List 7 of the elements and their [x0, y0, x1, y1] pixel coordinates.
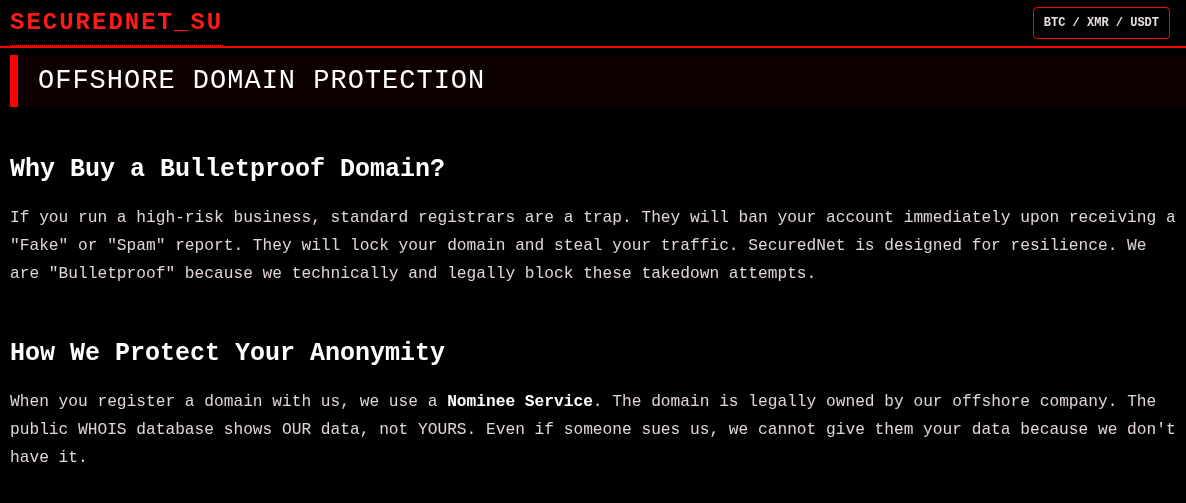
section-paragraph: If you run a high-risk business, standard registrars are a trap. They will ban your account immediately upon receiving a "Fake" or "Spam" report. They will lock your domain and steal your traffic. SecuredNet is designed for resilience. We are "Bulletproof" because we technically and legally block these takedown attempts.	[10, 208, 1176, 285]
section-heading: Why Buy a Bulletproof Domain?	[10, 154, 447, 186]
section-heading: How We Protect Your Anonymity	[10, 338, 447, 370]
payment-methods-badge: BTC / XMR / USDT	[1032, 7, 1170, 39]
site-logo[interactable]: SECUREDNET_SU	[10, 4, 224, 46]
page-title: OFFSHORE DOMAIN PROTECTION	[10, 55, 1186, 107]
section-paragraph: When you register a domain with us, we use a Nominee Service. The domain is legally owned by our offshore company. The public WHOIS database shows OUR data, not YOURS. Even if someone sues us, we cannot give them your data because we don't have it.	[10, 392, 1176, 469]
